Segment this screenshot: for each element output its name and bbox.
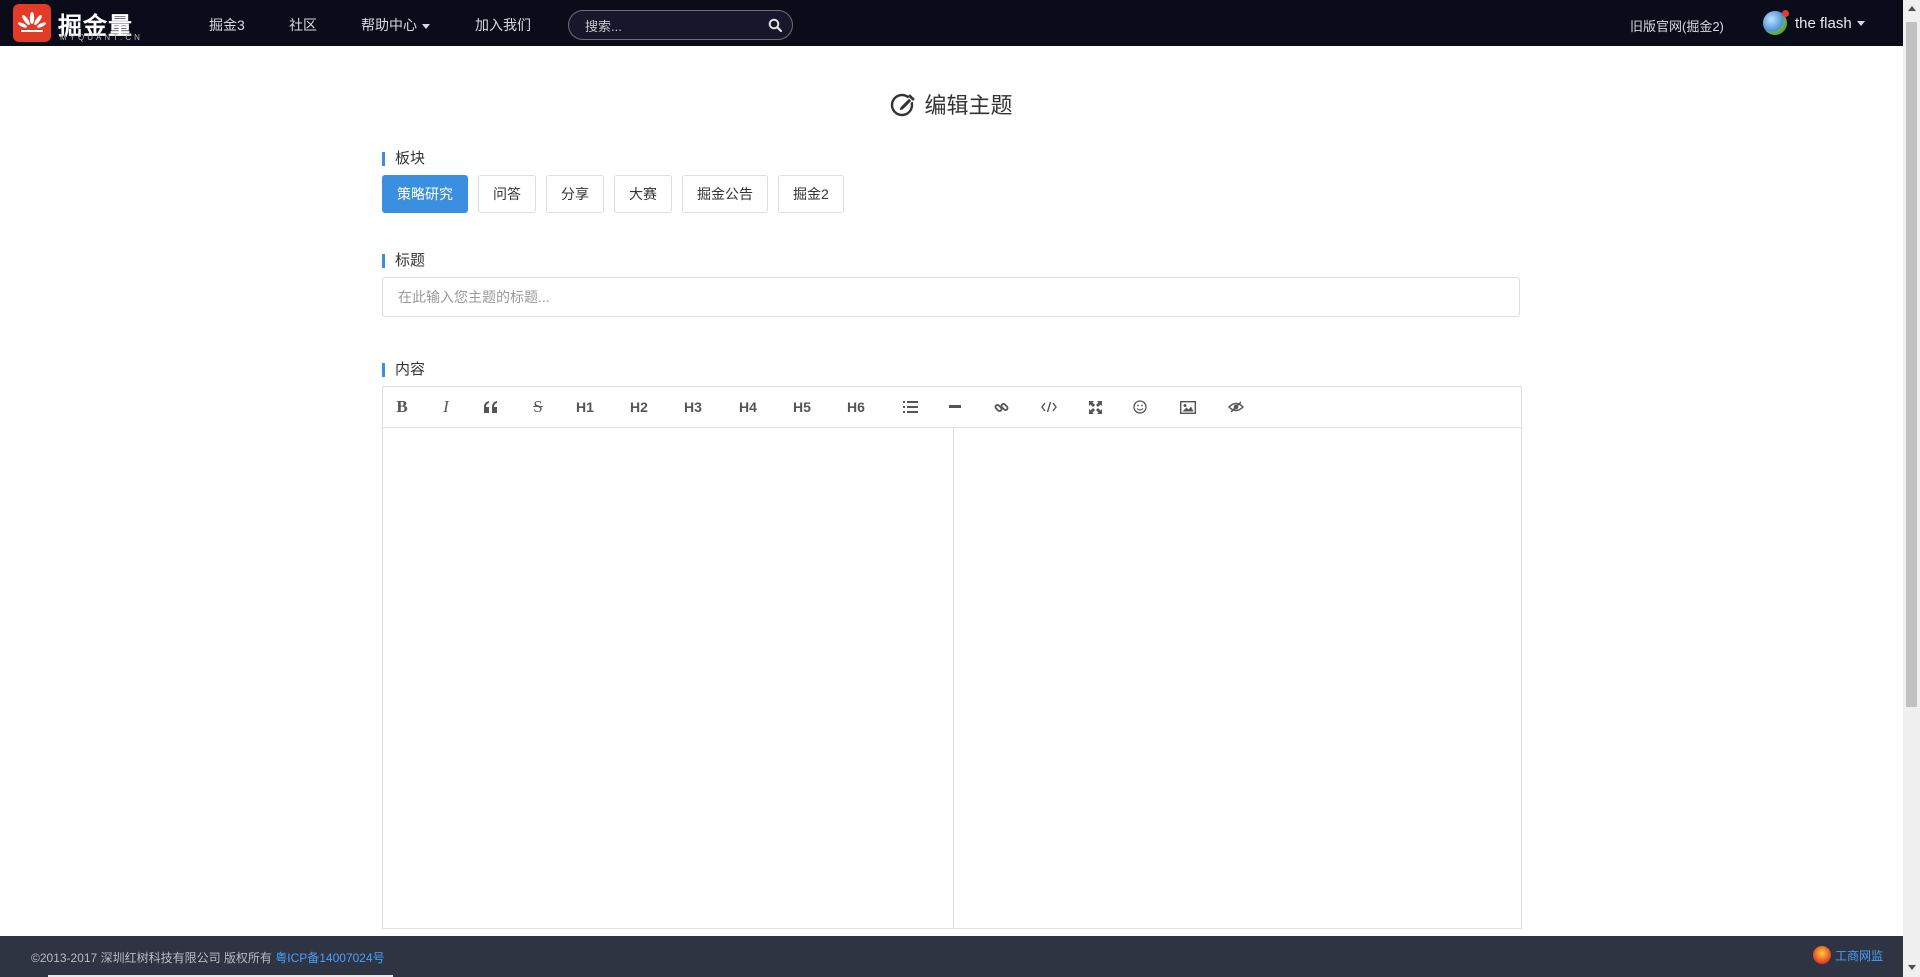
- search-input[interactable]: [583, 16, 757, 36]
- copyright-text: ©2013-2017 深圳红树科技有限公司 版权所有: [31, 951, 272, 965]
- logo-subtext: MYQUANT.CN: [60, 33, 143, 42]
- board-tabs: 策略研究 问答 分享 大赛 掘金公告 掘金2: [382, 175, 844, 213]
- h4-button[interactable]: H4: [736, 387, 760, 427]
- board-label: 板块: [382, 151, 425, 166]
- horizontal-rule-icon[interactable]: [944, 387, 966, 427]
- icp-link[interactable]: 粤ICP备14007024号: [275, 951, 384, 965]
- emoji-icon[interactable]: [1129, 387, 1151, 427]
- markdown-input-pane[interactable]: [383, 428, 954, 928]
- italic-icon[interactable]: I: [435, 387, 457, 427]
- preview-pane: [954, 428, 1521, 928]
- h6-button[interactable]: H6: [844, 387, 868, 427]
- board-tab-strategy-research[interactable]: 策略研究: [382, 175, 468, 213]
- nav-item-community[interactable]: 社区: [289, 15, 317, 35]
- content-label: 内容: [382, 362, 425, 377]
- gongshang-label: 工商网监: [1834, 948, 1883, 963]
- strikethrough-icon[interactable]: S: [527, 387, 549, 427]
- caret-down-icon: [1856, 20, 1865, 26]
- board-tab-contest[interactable]: 大赛: [614, 175, 672, 213]
- scroll-down-arrow-icon[interactable]: [1908, 965, 1916, 970]
- fullscreen-icon[interactable]: [1084, 387, 1106, 427]
- search-icon[interactable]: [768, 18, 782, 32]
- page-title-text: 编辑主题: [924, 93, 1013, 118]
- scrollbar-thumb[interactable]: [1906, 22, 1917, 707]
- bold-icon[interactable]: B: [391, 387, 413, 427]
- page-title: 编辑主题: [0, 88, 1903, 123]
- board-tab-share[interactable]: 分享: [546, 175, 604, 213]
- logo[interactable]: 掘金量化 MYQUANT.CN: [13, 4, 153, 75]
- emblem-icon: [1812, 946, 1831, 964]
- nav-item-help-center[interactable]: 帮助中心: [361, 15, 430, 35]
- nav-item-juejin3[interactable]: 掘金3: [209, 15, 245, 35]
- nav-item-help-label: 帮助中心: [361, 17, 417, 33]
- h2-button[interactable]: H2: [627, 387, 651, 427]
- avatar: [1763, 10, 1789, 35]
- title-input[interactable]: [382, 277, 1520, 317]
- h1-button[interactable]: H1: [573, 387, 597, 427]
- board-tab-juejin2[interactable]: 掘金2: [778, 175, 844, 213]
- notification-dot: [1782, 10, 1789, 17]
- edit-icon: [891, 93, 916, 117]
- editor-toolbar: B I S H1 H2 H3 H4 H5 H6: [383, 387, 1521, 428]
- h3-button[interactable]: H3: [681, 387, 705, 427]
- gongshang-badge[interactable]: 工商网监: [1812, 946, 1883, 964]
- scroll-up-arrow-icon[interactable]: [1908, 6, 1916, 11]
- user-name: the flash: [1795, 14, 1852, 32]
- nav-item-join-us[interactable]: 加入我们: [475, 15, 531, 35]
- title-label: 标题: [382, 253, 425, 268]
- image-icon[interactable]: [1176, 387, 1200, 427]
- search-box: [568, 10, 793, 40]
- list-icon[interactable]: [899, 387, 921, 427]
- code-icon[interactable]: [1037, 387, 1061, 427]
- user-menu[interactable]: the flash: [1763, 10, 1865, 35]
- board-tab-qa[interactable]: 问答: [478, 175, 536, 213]
- quote-icon[interactable]: [479, 387, 503, 427]
- footer-copyright: ©2013-2017 深圳红树科技有限公司 版权所有 粤ICP备14007024…: [31, 949, 385, 966]
- caret-down-icon: [422, 23, 430, 29]
- old-site-link[interactable]: 旧版官网(掘金2): [1630, 16, 1724, 35]
- board-tab-announcement[interactable]: 掘金公告: [682, 175, 768, 213]
- footer: ©2013-2017 深圳红树科技有限公司 版权所有 粤ICP备14007024…: [0, 936, 1903, 977]
- preview-toggle-icon[interactable]: [1224, 387, 1248, 427]
- link-icon[interactable]: [990, 387, 1012, 427]
- h5-button[interactable]: H5: [790, 387, 814, 427]
- logo-icon: [13, 4, 51, 42]
- top-navbar: 掘金量化 MYQUANT.CN 掘金3 社区 帮助中心 加入我们 旧版官网(掘金…: [0, 0, 1903, 75]
- markdown-editor: B I S H1 H2 H3 H4 H5 H6: [382, 386, 1522, 929]
